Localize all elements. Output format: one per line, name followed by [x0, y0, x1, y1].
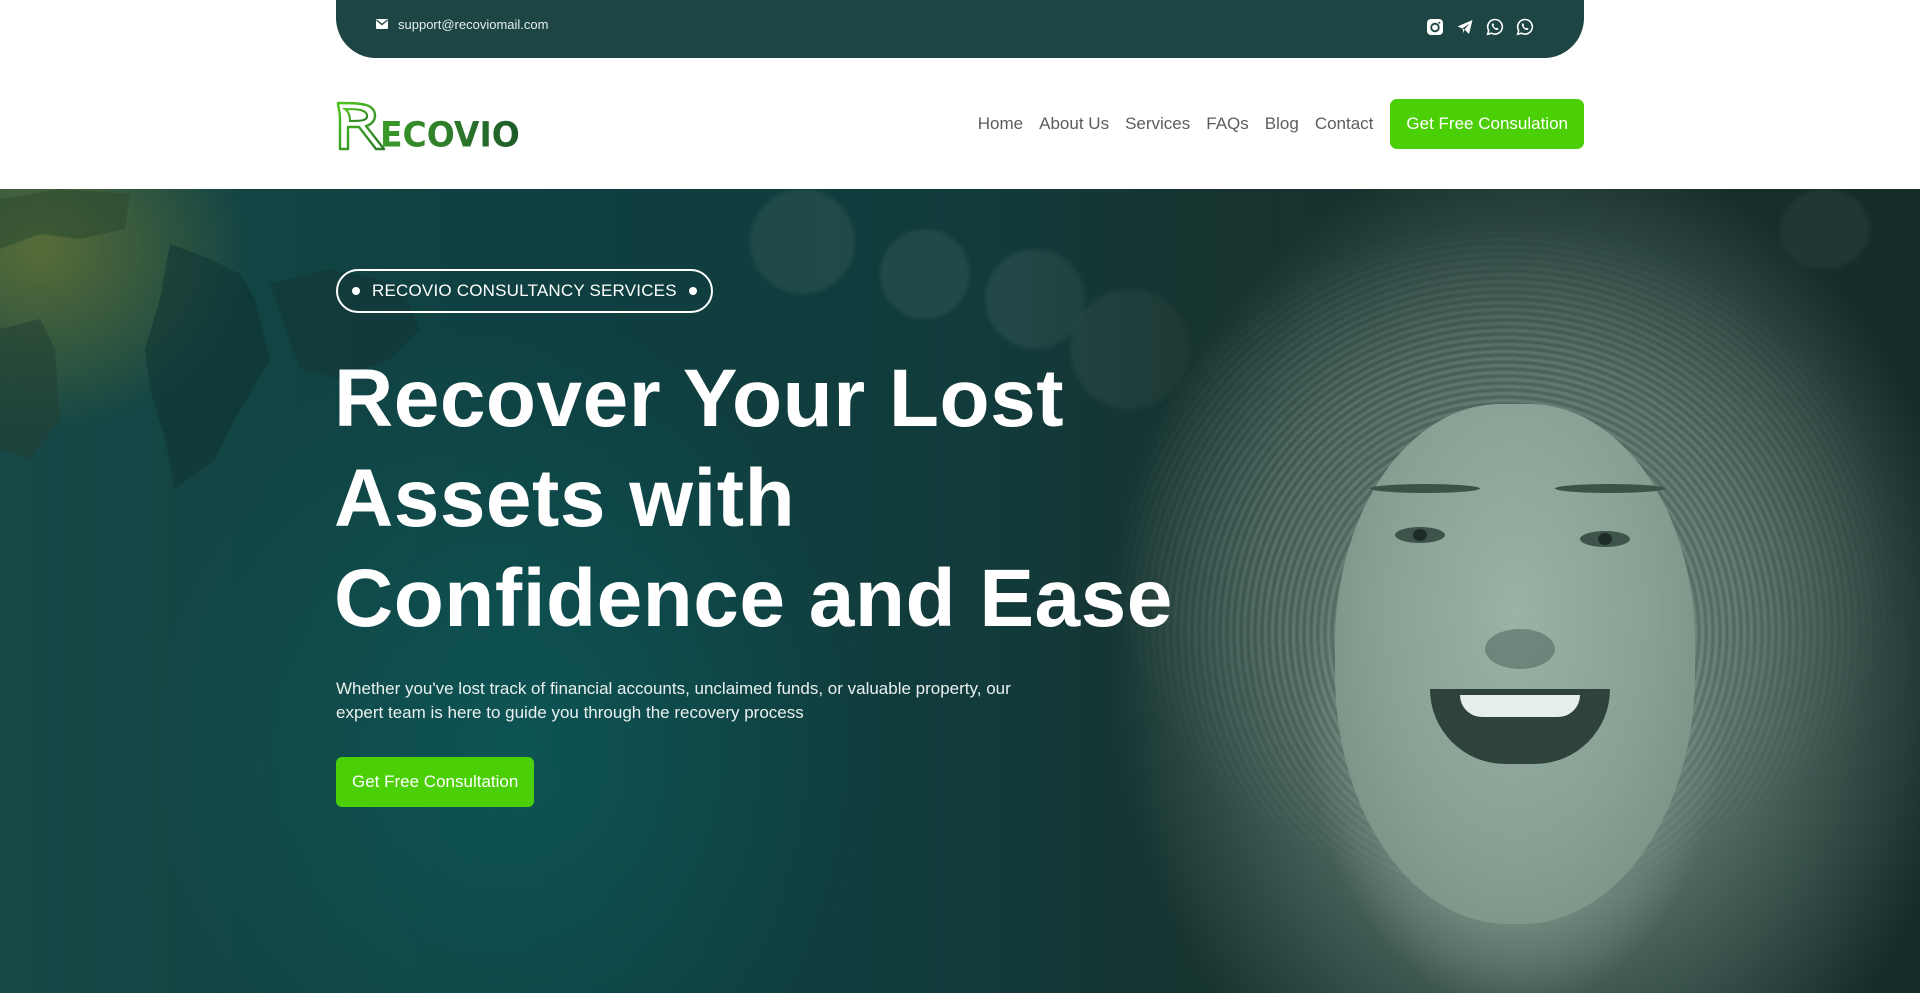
bokeh-light [880, 229, 970, 319]
nav-services[interactable]: Services [1125, 114, 1190, 134]
badge-dot-icon [688, 287, 697, 295]
logo-r-mark-icon [336, 101, 386, 150]
portrait-nose [1485, 629, 1555, 669]
hero-section: RECOVIO CONSULTANCY SERVICES Recover You… [0, 189, 1920, 993]
services-badge: RECOVIO CONSULTANCY SERVICES [336, 269, 713, 313]
nav-contact[interactable]: Contact [1315, 114, 1374, 134]
instagram-icon [1427, 19, 1443, 35]
bokeh-light [750, 189, 855, 294]
nav-free-consultation-button[interactable]: Get Free Consulation [1390, 98, 1584, 149]
headline-line: Assets with [334, 453, 796, 544]
nav-about-us[interactable]: About Us [1039, 114, 1109, 134]
social-links [1426, 18, 1534, 36]
headline-line: Confidence and Ease [334, 553, 1173, 644]
portrait-brow [1555, 484, 1665, 493]
whatsapp-link[interactable] [1516, 18, 1534, 36]
badge-dot-icon [352, 287, 360, 295]
portrait-brow [1370, 484, 1480, 493]
whatsapp-icon [1486, 18, 1504, 36]
nav-home[interactable]: Home [978, 114, 1023, 134]
telegram-icon [1457, 20, 1473, 34]
badge-text: RECOVIO CONSULTANCY SERVICES [372, 281, 677, 300]
headline-line: Recover Your Lost [334, 353, 1065, 444]
portrait-eye [1580, 531, 1630, 547]
whatsapp-icon [1516, 18, 1534, 36]
instagram-link[interactable] [1426, 18, 1444, 36]
nav-blog[interactable]: Blog [1265, 114, 1299, 134]
primary-nav: Home About Us Services FAQs Blog Contact… [978, 98, 1584, 149]
mail-icon [376, 19, 388, 29]
telegram-link[interactable] [1456, 18, 1474, 36]
hero-headline: Recover Your Lost Assets with Confidence… [334, 349, 1234, 649]
hero-subtext: Whether you've lost track of financial a… [336, 679, 1011, 722]
support-email[interactable]: support@recoviomail.com [376, 17, 548, 32]
brand-logo[interactable]: ECOVIO [336, 99, 520, 151]
logo-wordmark: ECOVIO [380, 113, 520, 155]
hero-free-consultation-button[interactable]: Get Free Consultation [336, 757, 535, 807]
nav-faqs[interactable]: FAQs [1206, 114, 1249, 134]
whatsapp-link[interactable] [1486, 18, 1504, 36]
main-navbar: ECOVIO Home About Us Services FAQs Blog … [336, 58, 1584, 189]
portrait-eye [1395, 527, 1445, 543]
support-email-text: support@recoviomail.com [398, 16, 549, 32]
top-contact-bar: support@recoviomail.com [336, 0, 1584, 58]
